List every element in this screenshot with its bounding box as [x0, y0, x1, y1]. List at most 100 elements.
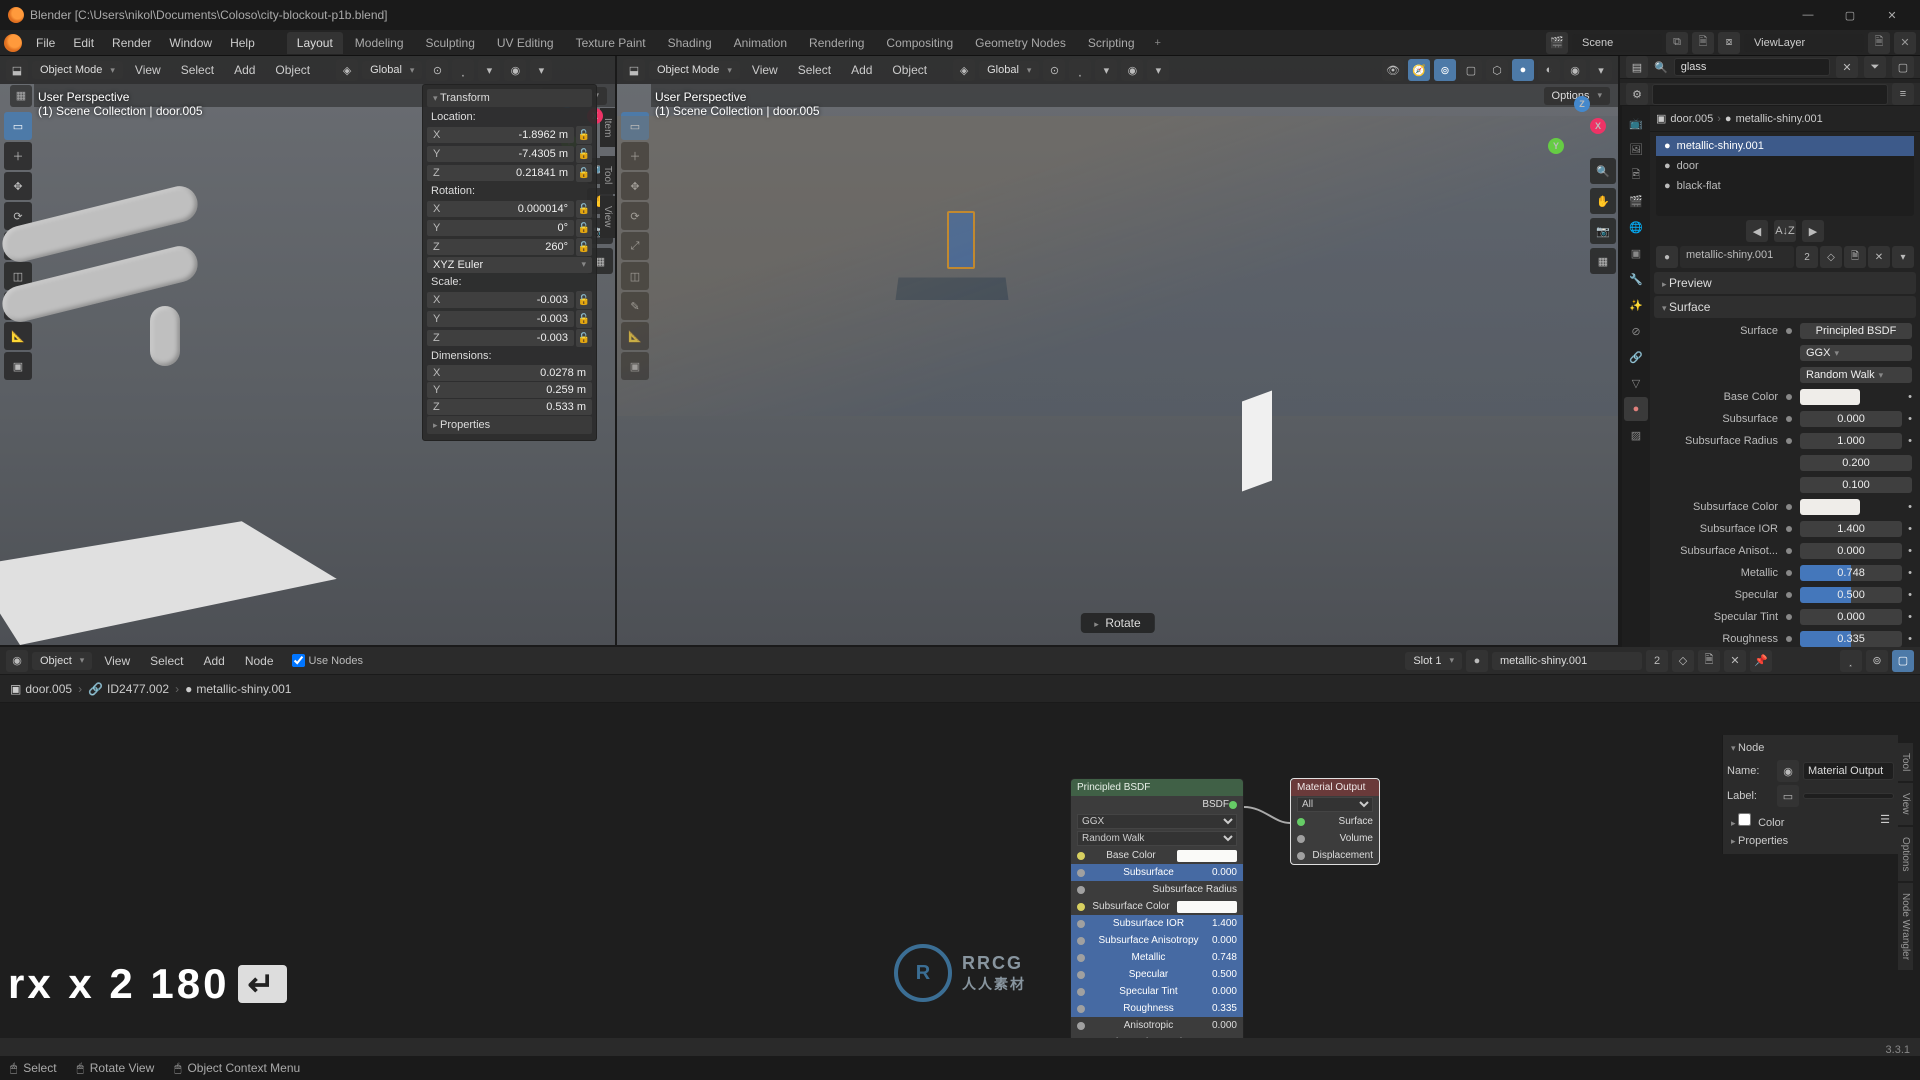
tab-uv-editing[interactable]: UV Editing — [487, 32, 564, 54]
tab-layout[interactable]: Layout — [287, 32, 343, 54]
n-panel-header[interactable]: Transform — [427, 89, 592, 107]
viewport-right[interactable]: ⬓ Object Mode View Select Add Object ◈ G… — [617, 56, 1620, 645]
material-browse-icon[interactable]: ● — [1466, 650, 1488, 672]
side-tab-view[interactable]: View — [1898, 783, 1913, 825]
sub-color-swatch[interactable] — [1800, 499, 1860, 515]
specular-tint[interactable]: 0.000 — [1800, 609, 1902, 625]
subsurface-value[interactable]: 0.000 — [1800, 411, 1902, 427]
pan-icon[interactable]: ✋ — [1590, 188, 1616, 214]
new-material-icon[interactable]: 🗎 — [1698, 650, 1720, 672]
breadcrumb-item[interactable]: ▣door.005 — [10, 682, 72, 696]
scale-x[interactable]: X-0.003 — [427, 292, 574, 308]
add-workspace-button[interactable]: + — [1147, 33, 1169, 53]
vp-menu-object[interactable]: Object — [267, 59, 318, 81]
backdrop-icon[interactable]: ▢ — [1892, 650, 1914, 672]
select-mode-icon[interactable]: ▦ — [10, 85, 32, 107]
tab-geometry-nodes[interactable]: Geometry Nodes — [965, 32, 1076, 54]
props-tab-world[interactable]: 🌐 — [1624, 215, 1648, 239]
use-nodes-toggle[interactable]: Use Nodes — [292, 654, 363, 667]
unlink-material-icon[interactable]: ✕ — [1724, 650, 1746, 672]
viewlayer-icon[interactable]: ⧇ — [1718, 32, 1740, 54]
mode-selector[interactable]: Object Mode — [649, 61, 740, 79]
editor-type-icon[interactable]: ⬓ — [6, 59, 28, 81]
minimize-button[interactable]: — — [1788, 4, 1828, 26]
tab-rendering[interactable]: Rendering — [799, 32, 874, 54]
viewport-left[interactable]: ⬓ Object Mode View Select Add Object ◈ G… — [0, 56, 617, 645]
material-slot[interactable]: ●black-flat — [1656, 176, 1914, 196]
overlay-icon[interactable]: ⊚ — [1866, 650, 1888, 672]
snap-icon[interactable]: ⸼ — [452, 59, 474, 81]
material-slot[interactable]: ●door — [1656, 156, 1914, 176]
orientation-selector[interactable]: Global — [979, 61, 1039, 79]
node-principled-bsdf[interactable]: Principled BSDF BSDF GGX Random Walk Bas… — [1070, 778, 1244, 1038]
lock-icon[interactable]: 🔓 — [576, 291, 592, 309]
lock-icon[interactable]: 🔓 — [576, 126, 592, 144]
shading-wire-icon[interactable]: ⬡ — [1486, 59, 1508, 81]
props-tab-physics[interactable]: ⊘ — [1624, 319, 1648, 343]
node-header[interactable]: Principled BSDF — [1071, 779, 1243, 796]
clear-search-icon[interactable]: ✕ — [1836, 56, 1858, 78]
specular[interactable]: 0.500 — [1800, 587, 1902, 603]
ssr-2[interactable]: 0.100 — [1800, 477, 1912, 493]
ne-menu-node[interactable]: Node — [237, 650, 282, 672]
vp-menu-object[interactable]: Object — [884, 59, 935, 81]
props-search-input[interactable] — [1652, 84, 1888, 105]
snap-options-icon[interactable]: ▾ — [478, 59, 500, 81]
shading-preview-icon[interactable]: ◐ — [1538, 59, 1560, 81]
nav-gizmo[interactable]: X Y Z — [1544, 92, 1606, 154]
viewlayer-delete-icon[interactable]: ✕ — [1894, 32, 1916, 54]
props-tab-material[interactable]: ● — [1624, 397, 1648, 421]
tab-compositing[interactable]: Compositing — [876, 32, 963, 54]
snap-icon[interactable]: ⸼ — [1069, 59, 1091, 81]
vp-menu-view[interactable]: View — [744, 59, 786, 81]
zoom-icon[interactable]: 🔍 — [1590, 158, 1616, 184]
location-x[interactable]: X-1.8962 m — [427, 127, 574, 143]
props-tab-data[interactable]: ▽ — [1624, 371, 1648, 395]
props-path-mat[interactable]: metallic-shiny.001 — [1736, 113, 1823, 125]
viewlayer-new-icon[interactable]: 🗎 — [1868, 32, 1890, 54]
pin-icon[interactable]: 📌 — [1750, 650, 1772, 672]
material-slot[interactable]: ●metallic-shiny.001 — [1656, 136, 1914, 156]
metallic[interactable]: 0.748 — [1800, 565, 1902, 581]
node-header[interactable]: Material Output — [1291, 779, 1379, 796]
tab-animation[interactable]: Animation — [724, 32, 797, 54]
roughness[interactable]: 0.335 — [1800, 631, 1902, 647]
ortho-toggle-icon[interactable]: ▦ — [1590, 248, 1616, 274]
rotation-y[interactable]: Y0° — [427, 220, 574, 236]
vp-menu-select[interactable]: Select — [173, 59, 222, 81]
tab-texture-paint[interactable]: Texture Paint — [566, 32, 656, 54]
menu-render[interactable]: Render — [104, 32, 159, 54]
lock-icon[interactable]: 🔓 — [576, 219, 592, 237]
props-tab-texture[interactable]: ▨ — [1624, 423, 1648, 447]
vp-menu-select[interactable]: Select — [790, 59, 839, 81]
node-output-bsdf[interactable]: BSDF — [1202, 799, 1229, 810]
location-z[interactable]: Z0.21841 m — [427, 165, 574, 181]
tab-scripting[interactable]: Scripting — [1078, 32, 1145, 54]
material-browse-icon[interactable]: ● — [1656, 246, 1678, 268]
lock-icon[interactable]: 🔓 — [576, 200, 592, 218]
scene-browse-icon[interactable]: ⧉ — [1666, 32, 1688, 54]
ssr-1[interactable]: 0.200 — [1800, 455, 1912, 471]
base-color-swatch[interactable] — [1800, 389, 1860, 405]
scale-y[interactable]: Y-0.003 — [427, 311, 574, 327]
orientation-icon[interactable]: ◈ — [336, 59, 358, 81]
proportional-opts-icon[interactable]: ▾ — [1147, 59, 1169, 81]
breadcrumb-item[interactable]: 🔗ID2477.002 — [88, 682, 169, 696]
n-panel-properties[interactable]: Properties — [427, 416, 592, 434]
surface-shader[interactable]: Principled BSDF — [1800, 323, 1912, 339]
dot-icon[interactable] — [1786, 394, 1792, 400]
npanel-tab-view[interactable]: View — [600, 196, 615, 238]
slot-nav-left-icon[interactable]: ◀ — [1746, 220, 1768, 242]
props-tab-particles[interactable]: ✨ — [1624, 293, 1648, 317]
tab-modeling[interactable]: Modeling — [345, 32, 414, 54]
visibility-icon[interactable]: 👁 — [1382, 59, 1404, 81]
node-label-input[interactable] — [1803, 793, 1894, 799]
props-tab-viewlayer[interactable]: 🖻 — [1624, 163, 1648, 187]
props-options-icon[interactable]: ≡ — [1892, 83, 1914, 105]
editor-type-icon[interactable]: ◉ — [6, 650, 28, 672]
menu-file[interactable]: File — [28, 32, 63, 54]
camera-view-icon[interactable]: 📷 — [1590, 218, 1616, 244]
node-link[interactable] — [1244, 795, 1289, 825]
node-input-surface[interactable]: Surface — [1339, 816, 1373, 827]
material-users[interactable]: 2 — [1646, 650, 1668, 672]
